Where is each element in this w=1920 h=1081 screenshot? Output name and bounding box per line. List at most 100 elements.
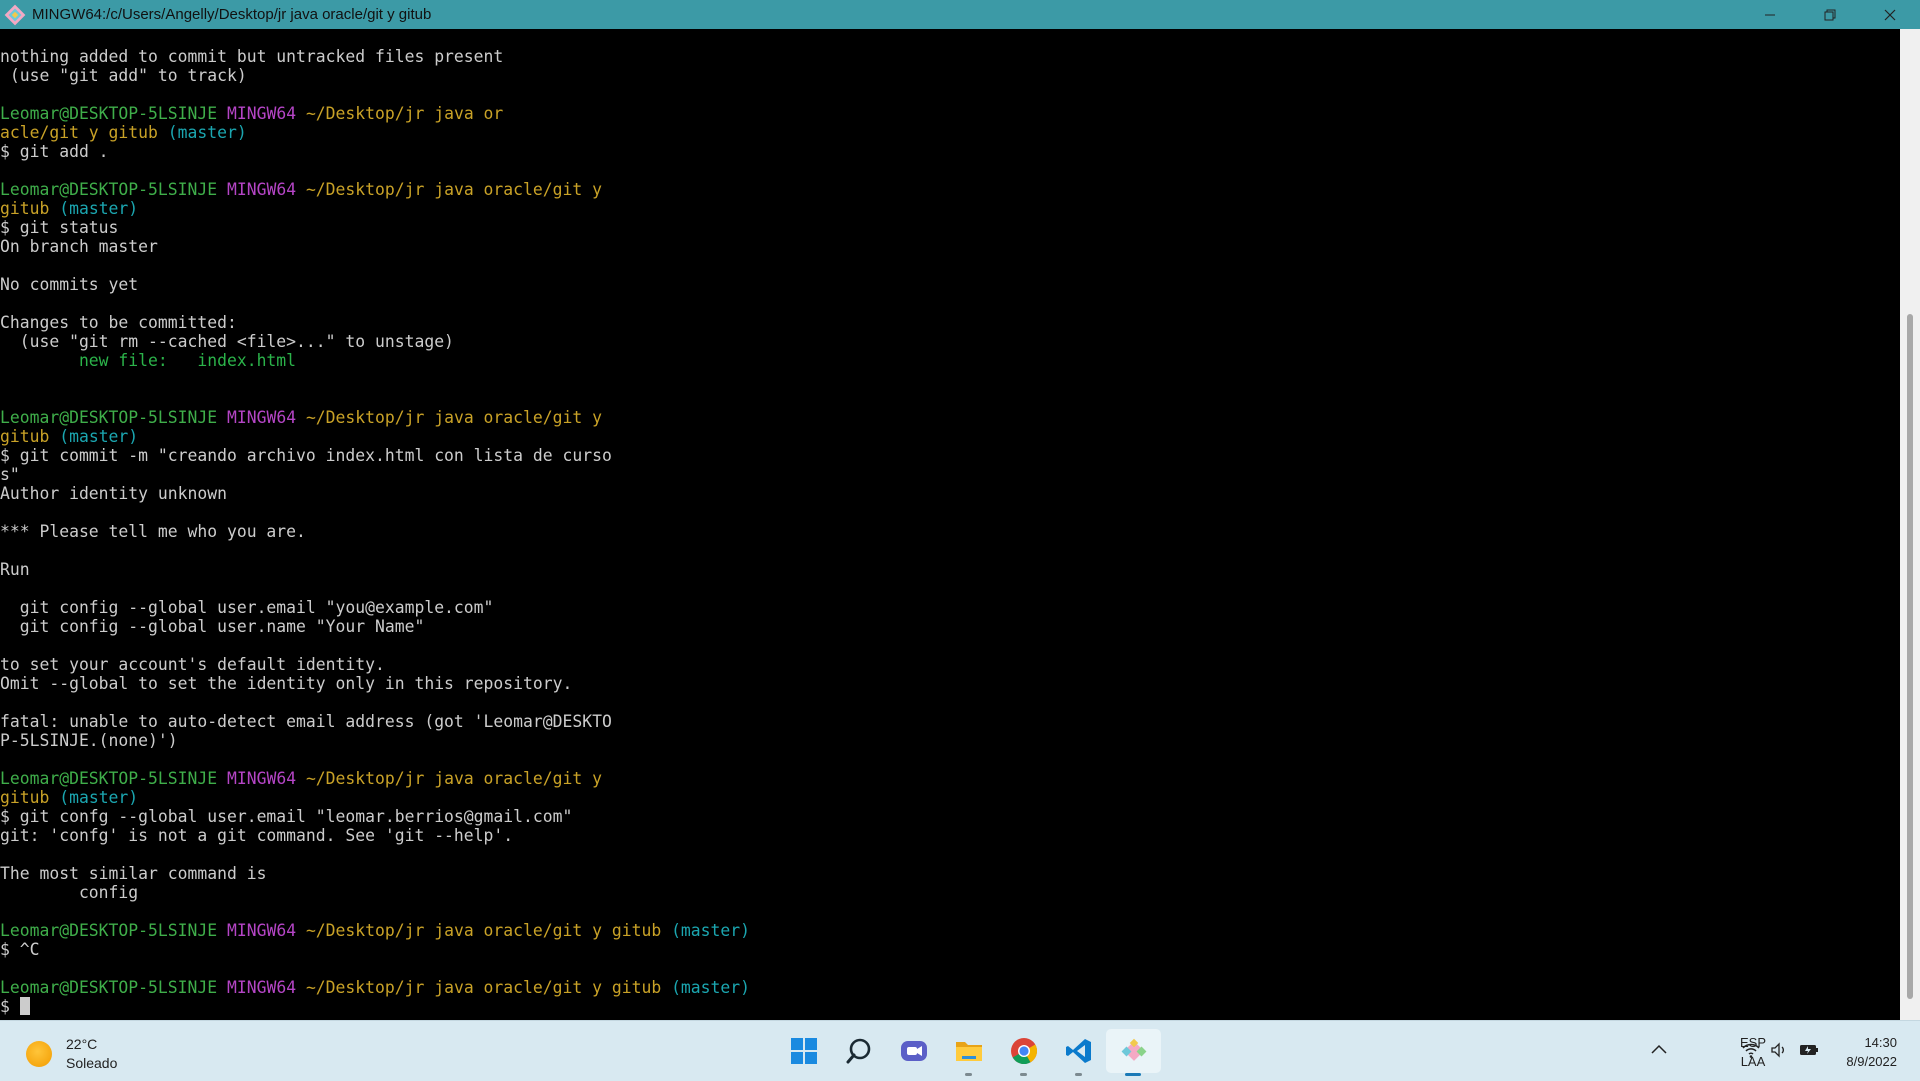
minimize-button[interactable] xyxy=(1740,0,1800,29)
prompt-host: MINGW64 xyxy=(226,769,297,788)
prompt-host: MINGW64 xyxy=(226,978,297,997)
terminal-line: $ xyxy=(0,997,750,1016)
scrollbar-thumb[interactable] xyxy=(1907,314,1913,999)
terminal-line: Changes to be committed: xyxy=(0,313,750,332)
prompt-user: Leomar@DESKTOP-5LSINJE xyxy=(0,408,218,427)
terminal-line: new file: index.html xyxy=(0,351,750,370)
clock-date: 8/9/2022 xyxy=(1846,1054,1897,1069)
terminal-text: Run xyxy=(0,560,30,579)
terminal-line: fatal: unable to auto-detect email addre… xyxy=(0,712,750,731)
terminal-line: nothing added to commit but untracked fi… xyxy=(0,47,750,66)
prompt-branch: (master) xyxy=(59,788,139,807)
terminal-text: $ xyxy=(0,997,20,1016)
quick-settings-button[interactable] xyxy=(1742,1041,1820,1059)
terminal-line: Leomar@DESKTOP-5LSINJE MINGW64 ~/Desktop… xyxy=(0,408,750,427)
terminal-line: git config --global user.email "you@exam… xyxy=(0,598,750,617)
git-bash-button[interactable] xyxy=(1106,1029,1161,1076)
show-hidden-icons-button[interactable] xyxy=(1651,1041,1667,1059)
chrome-icon xyxy=(1010,1038,1037,1065)
terminal-text: nothing added to commit but untracked fi… xyxy=(0,47,504,66)
prompt-user: Leomar@DESKTOP-5LSINJE xyxy=(0,921,218,940)
weather-condition: Soleado xyxy=(66,1055,118,1071)
vscode-button[interactable] xyxy=(1051,1029,1106,1076)
terminal-line: $ git commit -m "creando archivo index.h… xyxy=(0,446,750,465)
search-button[interactable] xyxy=(831,1029,886,1073)
prompt-path: ~/Desktop/jr java oracle/git y gitub xyxy=(305,921,662,940)
terminal-area[interactable]: nothing added to commit but untracked fi… xyxy=(0,29,1900,1020)
folder-icon xyxy=(955,1042,982,1061)
terminal-line: The most similar command is xyxy=(0,864,750,883)
terminal-line: Omit --global to set the identity only i… xyxy=(0,674,750,693)
prompt-host: MINGW64 xyxy=(226,408,297,427)
start-button[interactable] xyxy=(776,1029,831,1073)
taskbar: 22°C Soleado ESP LAA 14:30 8/9/2022 xyxy=(0,1020,1920,1081)
prompt-branch: (master) xyxy=(671,978,751,997)
prompt-user: Leomar@DESKTOP-5LSINJE xyxy=(0,180,218,199)
terminal-text: Changes to be committed: xyxy=(0,313,237,332)
title-bar[interactable]: MINGW64:/c/Users/Angelly/Desktop/jr java… xyxy=(0,0,1920,29)
prompt-user: Leomar@DESKTOP-5LSINJE xyxy=(0,104,218,123)
prompt-path: ~/Desktop/jr java or xyxy=(305,104,504,123)
prompt-host: MINGW64 xyxy=(226,180,297,199)
prompt-path: gitub xyxy=(0,199,50,218)
restore-button[interactable] xyxy=(1800,0,1860,29)
text-cursor xyxy=(19,997,30,1015)
prompt-branch: (master) xyxy=(59,199,139,218)
minimize-icon xyxy=(1765,14,1775,15)
terminal-text: $ git confg --global user.email "leomar.… xyxy=(0,807,573,826)
chrome-button[interactable] xyxy=(996,1029,1051,1076)
terminal-scrollbar[interactable] xyxy=(1900,29,1920,1020)
clock-time: 14:30 xyxy=(1864,1035,1897,1050)
weather-widget[interactable]: 22°C Soleado xyxy=(26,1035,117,1073)
battery-charging-icon xyxy=(1800,1045,1818,1055)
prompt-path: ~/Desktop/jr java oracle/git y xyxy=(305,180,602,199)
terminal-line: to set your account's default identity. xyxy=(0,655,750,674)
prompt-path: gitub xyxy=(0,427,50,446)
terminal-line: No commits yet xyxy=(0,275,750,294)
prompt-branch: (master) xyxy=(59,427,139,446)
close-button[interactable] xyxy=(1860,0,1920,29)
terminal-text: git: 'confg' is not a git command. See '… xyxy=(0,826,514,845)
terminal-text: *** Please tell me who you are. xyxy=(0,522,306,541)
prompt-green: new file: index.html xyxy=(0,351,297,370)
terminal-line: *** Please tell me who you are. xyxy=(0,522,750,541)
clock[interactable]: 14:30 8/9/2022 xyxy=(1846,1033,1897,1071)
terminal-line: On branch master xyxy=(0,237,750,256)
terminal-line: $ git confg --global user.email "leomar.… xyxy=(0,807,750,826)
terminal-text: s" xyxy=(0,465,20,484)
prompt-host: MINGW64 xyxy=(226,104,297,123)
git-icon xyxy=(1121,1038,1146,1061)
terminal-line: (use "git rm --cached <file>..." to unst… xyxy=(0,332,750,351)
terminal-text: No commits yet xyxy=(0,275,139,294)
wifi-icon xyxy=(1742,1043,1760,1058)
terminal-line: (use "git add" to track) xyxy=(0,66,750,85)
teams-chat-button[interactable] xyxy=(886,1029,941,1073)
terminal-line: s" xyxy=(0,465,750,484)
prompt-branch: (master) xyxy=(671,921,751,940)
terminal-text: $ git add . xyxy=(0,142,109,161)
terminal-text: Omit --global to set the identity only i… xyxy=(0,674,573,693)
window-title: MINGW64:/c/Users/Angelly/Desktop/jr java… xyxy=(32,6,432,23)
active-indicator xyxy=(1125,1073,1141,1076)
file-explorer-button[interactable] xyxy=(941,1029,996,1076)
terminal-line: Run xyxy=(0,560,750,579)
